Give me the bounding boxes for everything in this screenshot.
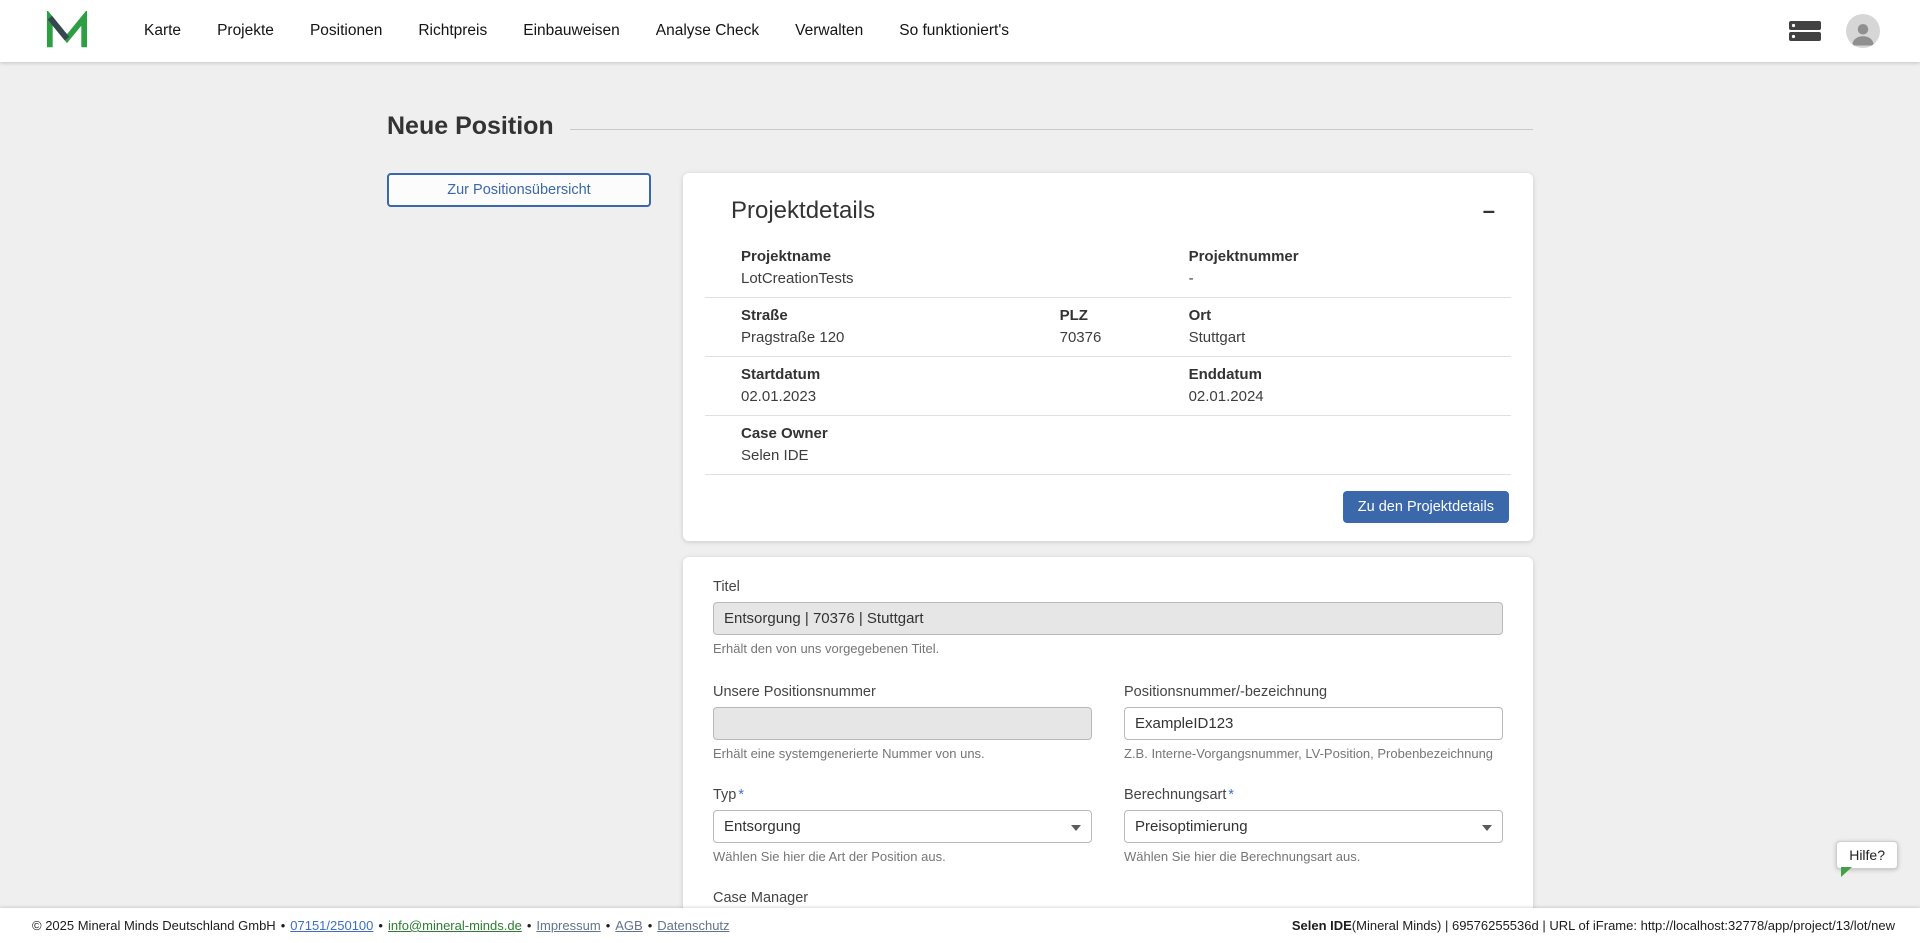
new-position-form-card: Titel Erhält den von uns vorgegebenen Ti… (683, 557, 1533, 908)
typ-field: Typ* Entsorgung Wählen Sie hier die Art … (713, 787, 1092, 864)
left-column: Zur Positionsübersicht (387, 173, 651, 207)
session-details: (Mineral Minds) | 69576255536d | URL of … (1352, 918, 1895, 933)
footer: © 2025 Mineral Minds Deutschland GmbH • … (0, 908, 1920, 943)
plz-value: 70376 (1060, 328, 1189, 348)
case-manager-label: Case Manager (713, 890, 1092, 906)
typ-label: Typ* (713, 787, 1092, 803)
berechnungsart-label-text: Berechnungsart (1124, 787, 1226, 803)
person-icon (1848, 18, 1878, 48)
footer-separator: • (378, 918, 383, 933)
berechnungsart-hint: Wählen Sie hier die Berechnungsart aus. (1124, 849, 1503, 864)
titel-field: Titel Erhält den von uns vorgegebenen Ti… (713, 579, 1503, 656)
positionsnummer-hint: Z.B. Interne-Vorgangsnummer, LV-Position… (1124, 746, 1503, 761)
nav-item-so-funktionierts[interactable]: So funktioniert's (899, 22, 1009, 40)
footer-left: © 2025 Mineral Minds Deutschland GmbH • … (32, 918, 730, 933)
main-navigation: Karte Projekte Positionen Richtpreis Ein… (144, 22, 1009, 40)
main-content: Neue Position Zur Positionsübersicht Pro… (0, 62, 1920, 908)
session-user: Selen IDE (1292, 918, 1352, 933)
plz-label: PLZ (1060, 306, 1189, 326)
positionsnummer-field: Positionsnummer/-bezeichnung Z.B. Intern… (1124, 684, 1503, 761)
page-title: Neue Position (387, 112, 554, 141)
titel-label: Titel (713, 579, 1503, 595)
berechnungsart-field: Berechnungsart* Preisoptimierung Wählen … (1124, 787, 1503, 864)
nav-item-richtpreis[interactable]: Richtpreis (418, 22, 487, 40)
unsere-positionsnummer-hint: Erhält eine systemgenerierte Nummer von … (713, 746, 1092, 761)
user-avatar[interactable] (1846, 14, 1880, 48)
strasse-value: Pragstraße 120 (741, 328, 1060, 348)
datenschutz-link[interactable]: Datenschutz (657, 918, 729, 933)
table-row: Startdatum 02.01.2023 Enddatum 02.01.202… (705, 357, 1511, 416)
nav-item-karte[interactable]: Karte (144, 22, 181, 40)
projektname-value: LotCreationTests (741, 269, 1189, 289)
table-row: Projektname LotCreationTests Projektnumm… (705, 239, 1511, 298)
berechnungsart-select-value: Preisoptimierung (1135, 818, 1248, 835)
required-asterisk: * (738, 787, 744, 803)
ort-value: Stuttgart (1189, 328, 1511, 348)
case-owner-label: Case Owner (741, 424, 1511, 444)
footer-separator: • (606, 918, 611, 933)
nav-item-positionen[interactable]: Positionen (310, 22, 382, 40)
positionsnummer-input[interactable] (1124, 707, 1503, 740)
enddatum-label: Enddatum (1189, 365, 1511, 385)
unsere-positionsnummer-field: Unsere Positionsnummer Erhält eine syste… (713, 684, 1092, 761)
nav-item-einbauweisen[interactable]: Einbauweisen (523, 22, 620, 40)
projektnummer-value: - (1189, 269, 1511, 289)
typ-select-value: Entsorgung (724, 818, 801, 835)
table-row: Straße Pragstraße 120 PLZ 70376 Ort Stut… (705, 298, 1511, 357)
berechnungsart-label: Berechnungsart* (1124, 787, 1503, 803)
chevron-down-icon (1071, 825, 1081, 831)
collapse-icon[interactable]: – (1483, 200, 1495, 222)
typ-hint: Wählen Sie hier die Art der Position aus… (713, 849, 1092, 864)
typ-select[interactable]: Entsorgung (713, 810, 1092, 843)
projektname-label: Projektname (741, 247, 1189, 267)
case-manager-field: Case Manager (713, 890, 1092, 908)
project-details-card: Projektdetails – Projektname LotCreation… (683, 173, 1533, 541)
top-navbar: Karte Projekte Positionen Richtpreis Ein… (0, 0, 1920, 62)
startdatum-value: 02.01.2023 (741, 387, 1189, 407)
nav-item-projekte[interactable]: Projekte (217, 22, 274, 40)
phone-link[interactable]: 07151/250100 (290, 918, 373, 933)
server-icon[interactable] (1788, 20, 1822, 42)
startdatum-label: Startdatum (741, 365, 1189, 385)
nav-item-analyse-check[interactable]: Analyse Check (656, 22, 759, 40)
nav-item-verwalten[interactable]: Verwalten (795, 22, 863, 40)
agb-link[interactable]: AGB (615, 918, 642, 933)
project-details-title: Projektdetails (731, 197, 875, 225)
chevron-down-icon (1482, 825, 1492, 831)
right-column: Projektdetails – Projektname LotCreation… (683, 173, 1533, 908)
titel-input (713, 602, 1503, 635)
go-to-project-details-button[interactable]: Zu den Projektdetails (1343, 491, 1509, 523)
footer-separator: • (281, 918, 286, 933)
titel-hint: Erhält den von uns vorgegebenen Titel. (713, 641, 1503, 656)
strasse-label: Straße (741, 306, 1060, 326)
required-asterisk: * (1228, 787, 1234, 803)
impressum-link[interactable]: Impressum (536, 918, 600, 933)
help-button[interactable]: Hilfe? (1836, 841, 1898, 869)
copyright-text: © 2025 Mineral Minds Deutschland GmbH (32, 918, 276, 933)
unsere-positionsnummer-label: Unsere Positionsnummer (713, 684, 1092, 700)
positionsnummer-label: Positionsnummer/-bezeichnung (1124, 684, 1503, 700)
unsere-positionsnummer-input (713, 707, 1092, 740)
projektnummer-label: Projektnummer (1189, 247, 1511, 267)
back-to-positions-button[interactable]: Zur Positionsübersicht (387, 173, 651, 207)
enddatum-value: 02.01.2024 (1189, 387, 1511, 407)
footer-session-info: Selen IDE (Mineral Minds) | 69576255536d… (1292, 918, 1895, 933)
ort-label: Ort (1189, 306, 1511, 326)
footer-separator: • (527, 918, 532, 933)
case-owner-value: Selen IDE (741, 446, 1511, 466)
mineral-minds-logo-icon[interactable] (46, 11, 88, 51)
typ-label-text: Typ (713, 787, 736, 803)
title-divider (570, 129, 1533, 130)
footer-separator: • (648, 918, 653, 933)
table-row: Case Owner Selen IDE (705, 416, 1511, 475)
email-link[interactable]: info@mineral-minds.de (388, 918, 522, 933)
berechnungsart-select[interactable]: Preisoptimierung (1124, 810, 1503, 843)
project-details-table: Projektname LotCreationTests Projektnumm… (705, 239, 1511, 475)
help-label: Hilfe? (1849, 847, 1885, 863)
navbar-right (1788, 14, 1880, 48)
